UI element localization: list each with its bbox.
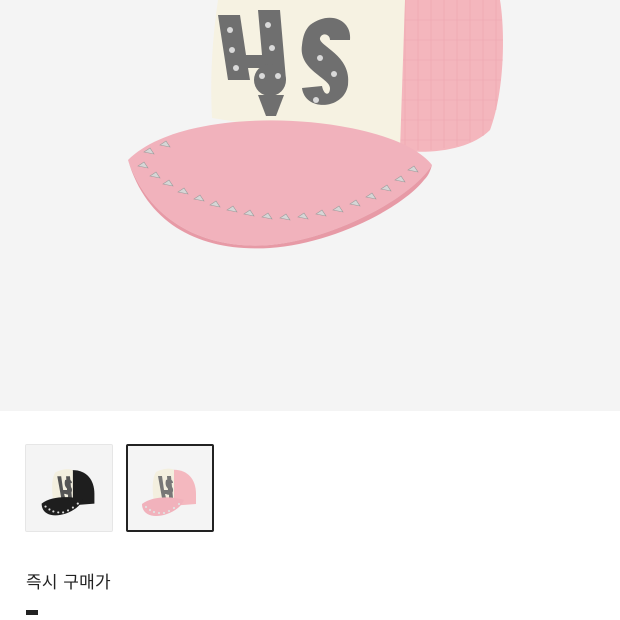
product-page: 즉시 구매가 -	[0, 0, 620, 620]
pink-cap-thumbnail	[128, 446, 212, 530]
cap-mesh	[395, 0, 503, 152]
pink-trucker-cap-image	[128, 0, 503, 249]
product-main-image	[0, 0, 620, 411]
thumbnail-list	[25, 444, 214, 532]
thumbnail-pink-cap[interactable]	[126, 444, 214, 532]
instant-buy-price-label: 즉시 구매가	[26, 573, 111, 593]
cap-brim	[128, 120, 432, 246]
black-cap-thumbnail	[26, 445, 112, 531]
thumbnail-black-cap[interactable]	[25, 444, 113, 532]
instant-buy-price-value: -	[26, 610, 38, 615]
